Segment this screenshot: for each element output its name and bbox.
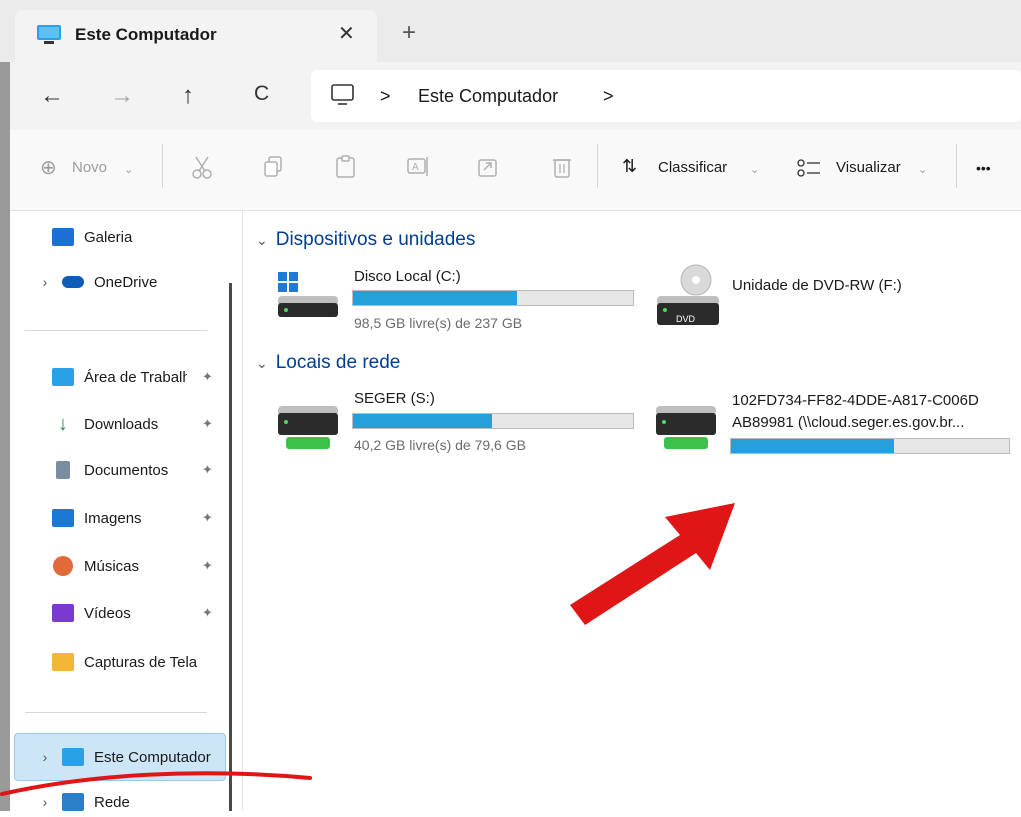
sort-chevron-icon: ⌄ <box>750 164 760 176</box>
windows-drive-icon <box>278 272 338 317</box>
section-title: Locais de rede <box>275 352 401 373</box>
pin-icon[interactable]: ✦ <box>202 605 213 621</box>
drive-usage-fill <box>353 291 517 305</box>
drive-usage-bar <box>352 290 634 306</box>
pin-icon[interactable]: ✦ <box>202 462 213 478</box>
pin-icon[interactable]: ✦ <box>202 510 213 526</box>
toolbar-separator <box>162 144 163 188</box>
download-icon: ↓ <box>58 412 68 435</box>
sidebar-item-label: Downloads <box>84 415 159 433</box>
sidebar-item-galeria[interactable]: Galeria <box>30 222 226 252</box>
sidebar-item-capturas-de-tela[interactable]: Capturas de Tela <box>30 647 226 677</box>
cut-icon[interactable] <box>190 154 214 180</box>
new-button[interactable]: Novo <box>72 159 107 176</box>
videos-icon <box>52 604 74 622</box>
toolbar-separator <box>956 144 957 188</box>
sidebar-item-label: Imagens <box>84 509 142 527</box>
breadcrumb-separator: > <box>380 86 391 106</box>
view-button[interactable]: Visualizar <box>836 159 901 176</box>
breadcrumb-este-computador[interactable]: Este Computador <box>418 86 558 107</box>
pictures-icon <box>52 509 74 527</box>
expand-chevron-icon[interactable]: › <box>30 274 60 290</box>
red-arrow-annotation <box>570 503 735 625</box>
sidebar-item-area-de-trabalho[interactable]: Área de Trabalho ✦ <box>30 362 226 392</box>
sidebar-item-onedrive[interactable]: › OneDrive <box>30 267 226 297</box>
network-drive-icon <box>278 406 338 449</box>
sidebar-item-downloads[interactable]: ↓ Downloads ✦ <box>30 409 226 439</box>
drive-usage-bar <box>730 438 1010 454</box>
drive-name[interactable]: 102FD734-FF82-4DDE-A817-C006D <box>732 392 979 409</box>
paste-icon[interactable] <box>334 154 358 180</box>
sort-icon: ⇅ <box>622 156 638 176</box>
sort-button[interactable]: Classificar <box>658 159 727 176</box>
up-button[interactable]: ↑ <box>182 82 194 110</box>
back-button[interactable]: ← <box>40 82 64 110</box>
section-dispositivos-e-unidades[interactable]: ⌄ Dispositivos e unidades <box>256 229 475 251</box>
document-icon <box>56 461 70 479</box>
forward-button[interactable]: → <box>110 82 134 110</box>
sidebar-item-videos[interactable]: Vídeos ✦ <box>30 598 226 628</box>
window-left-edge <box>0 0 10 811</box>
sidebar-item-label: Vídeos <box>84 604 131 622</box>
sidebar-item-label: Documentos <box>84 461 169 479</box>
drive-path[interactable]: AB89981 (\\cloud.seger.es.gov.br... <box>732 414 964 431</box>
sidebar-divider <box>25 330 207 331</box>
refresh-button[interactable]: C <box>254 82 269 106</box>
sidebar-item-label: Galeria <box>84 228 133 246</box>
copy-icon[interactable] <box>262 154 286 180</box>
drive-free-space: 98,5 GB livre(s) de 237 GB <box>354 315 523 331</box>
drive-usage-fill <box>731 439 894 453</box>
sidebar-item-label: Área de Trabalho <box>84 368 187 386</box>
drive-name[interactable]: SEGER (S:) <box>354 390 435 407</box>
sidebar-item-label: Capturas de Tela <box>84 653 198 671</box>
sidebar-item-documentos[interactable]: Documentos ✦ <box>30 455 226 485</box>
collapse-chevron-icon[interactable]: ⌄ <box>256 355 268 372</box>
new-plus-icon: ⊕ <box>40 157 57 179</box>
section-locais-de-rede[interactable]: ⌄ Locais de rede <box>256 352 400 374</box>
share-icon[interactable] <box>476 154 500 180</box>
drive-name[interactable]: Disco Local (C:) <box>354 268 461 285</box>
sidebar-scrollbar[interactable] <box>229 283 232 811</box>
desktop-icon <box>52 368 74 386</box>
view-chevron-icon: ⌄ <box>918 164 928 176</box>
collapse-chevron-icon[interactable]: ⌄ <box>256 232 268 249</box>
folder-icon <box>52 653 74 671</box>
monitor-icon <box>331 84 354 105</box>
toolbar-separator <box>597 144 598 188</box>
rename-icon[interactable]: A <box>406 154 430 180</box>
sidebar-item-label: OneDrive <box>94 273 158 291</box>
sidebar-item-label: Músicas <box>84 557 140 575</box>
svg-text:DVD: DVD <box>676 314 696 324</box>
tab-title: Este Computador <box>75 25 217 44</box>
more-options-button[interactable]: ••• <box>976 160 991 176</box>
svg-text:A: A <box>412 162 419 173</box>
drive-usage-fill <box>353 414 492 428</box>
section-title: Dispositivos e unidades <box>275 229 476 250</box>
cloud-icon <box>62 276 84 288</box>
computer-icon <box>37 25 61 44</box>
music-icon <box>53 556 73 576</box>
red-underline-annotation <box>0 771 312 796</box>
gallery-icon <box>52 228 74 246</box>
drive-usage-bar <box>352 413 634 429</box>
drive-free-space: 40,2 GB livre(s) de 79,6 GB <box>354 437 526 453</box>
pin-icon[interactable]: ✦ <box>202 416 213 432</box>
pin-icon[interactable]: ✦ <box>202 558 213 574</box>
close-tab-icon[interactable]: ✕ <box>338 21 355 46</box>
sidebar-item-musicas[interactable]: Músicas ✦ <box>30 551 226 581</box>
sidebar-divider <box>25 712 207 713</box>
pin-icon[interactable]: ✦ <box>202 369 213 385</box>
delete-icon[interactable] <box>550 154 574 180</box>
breadcrumb-separator-end[interactable]: > <box>603 86 614 107</box>
network-drive-icon <box>656 406 716 449</box>
sidebar-item-imagens[interactable]: Imagens ✦ <box>30 503 226 533</box>
drive-name[interactable]: Unidade de DVD-RW (F:) <box>732 277 902 294</box>
new-tab-button[interactable]: + <box>402 19 416 47</box>
dvd-drive-icon: DVD <box>657 264 719 325</box>
new-chevron-icon: ⌄ <box>124 164 134 176</box>
pane-divider[interactable] <box>242 211 243 811</box>
view-icon <box>797 159 820 177</box>
